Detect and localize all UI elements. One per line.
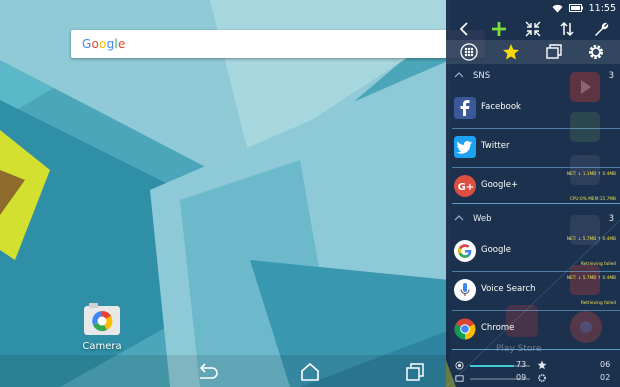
section-count: 3 <box>608 214 614 224</box>
wifi-icon <box>552 4 563 12</box>
app-name: Google <box>481 245 511 255</box>
row-divider <box>452 349 620 350</box>
svg-text:G+: G+ <box>458 182 475 193</box>
section-count: 3 <box>608 71 614 81</box>
star-icon[interactable] <box>537 360 547 370</box>
microphone-icon <box>454 279 476 301</box>
windows-icon[interactable] <box>545 43 563 61</box>
google-search-bar[interactable]: Google <box>71 30 485 58</box>
status-bar: 11:55 <box>446 0 620 16</box>
twitter-icon <box>454 136 476 158</box>
clock: 11:55 <box>588 2 616 14</box>
logo-letter: G <box>82 37 92 51</box>
row-divider <box>452 203 620 204</box>
network-stat: NET: ↓ 1.1MB ↑ 0.4MB <box>566 172 616 177</box>
wrench-icon[interactable] <box>592 20 610 38</box>
section-header-sns[interactable]: SNS 3 <box>446 66 620 86</box>
recent-apps-icon[interactable] <box>404 362 426 382</box>
app-row-twitter[interactable]: Twitter <box>446 128 620 167</box>
brightness-icon <box>455 361 464 370</box>
status-stat: Retrieving failed <box>580 301 616 306</box>
app-name: Google+ <box>481 180 519 190</box>
gear-small-icon[interactable] <box>537 373 547 383</box>
section-header-web[interactable]: Web 3 <box>446 209 620 229</box>
panel-footer: 73 06 09 02 <box>446 357 620 387</box>
back-icon[interactable] <box>196 362 218 382</box>
panel-toolbar-top <box>446 18 620 40</box>
network-stat: NET: ↓ 5.7MB ↑ 0.4MB <box>566 276 616 281</box>
app-name: Facebook <box>481 102 521 112</box>
home-icon[interactable] <box>299 362 321 382</box>
chrome-icon <box>454 318 476 340</box>
cpu-mem-stat: CPU:0% MEM:15.7MB <box>569 197 616 202</box>
battery-icon <box>568 4 583 12</box>
app-row-google[interactable]: Google NET: ↓ 5.7MB ↑ 0.4MB Retrieving f… <box>446 232 620 271</box>
app-name: Chrome <box>481 323 515 333</box>
chevron-up-icon <box>454 72 464 78</box>
status-stat: Retrieving failed <box>580 262 616 267</box>
brightness-value: 73 <box>516 360 527 369</box>
app-row-google-plus[interactable]: G+ Google+ NET: ↓ 1.1MB ↑ 0.4MB CPU:0% M… <box>446 167 620 206</box>
app-row-voice-search[interactable]: Voice Search NET: ↓ 5.7MB ↑ 0.4MB Retrie… <box>446 271 620 310</box>
sort-icon[interactable] <box>558 20 576 38</box>
camera-label: Camera <box>82 341 122 352</box>
app-row-chrome[interactable]: Chrome <box>446 310 620 349</box>
collapse-icon[interactable] <box>524 20 542 38</box>
logo-letter: o <box>91 37 100 51</box>
logo-letter: e <box>117 37 126 51</box>
volume-icon <box>455 375 464 382</box>
section-name: SNS <box>473 71 491 81</box>
add-icon[interactable] <box>490 20 508 38</box>
logo-letter: o <box>99 37 107 51</box>
camera-app-shortcut[interactable]: Camera <box>70 302 134 358</box>
facebook-icon <box>454 97 476 119</box>
chevron-up-icon <box>454 215 464 221</box>
google-plus-icon: G+ <box>454 175 476 197</box>
section-name: Web <box>473 214 492 224</box>
network-stat: NET: ↓ 5.7MB ↑ 0.4MB <box>566 237 616 242</box>
stars-value: 06 <box>600 360 611 369</box>
star-favorites-icon[interactable] <box>502 43 520 61</box>
app-name: Voice Search <box>481 284 536 294</box>
app-switcher-panel: Play Store SNS 3 Facebook Twitter G+ Goo… <box>446 0 620 387</box>
camera-icon <box>84 303 120 335</box>
gear-icon[interactable] <box>587 43 605 61</box>
grid-icon[interactable] <box>460 43 478 61</box>
chevron-left-icon[interactable] <box>456 20 474 38</box>
app-row-facebook[interactable]: Facebook <box>446 89 620 128</box>
google-logo: Google <box>82 37 126 51</box>
volume-value: 09 <box>516 373 527 382</box>
google-icon <box>454 240 476 262</box>
panel-toolbar-tabs <box>446 40 620 64</box>
settings-value: 02 <box>600 373 611 382</box>
app-name: Twitter <box>481 141 510 151</box>
